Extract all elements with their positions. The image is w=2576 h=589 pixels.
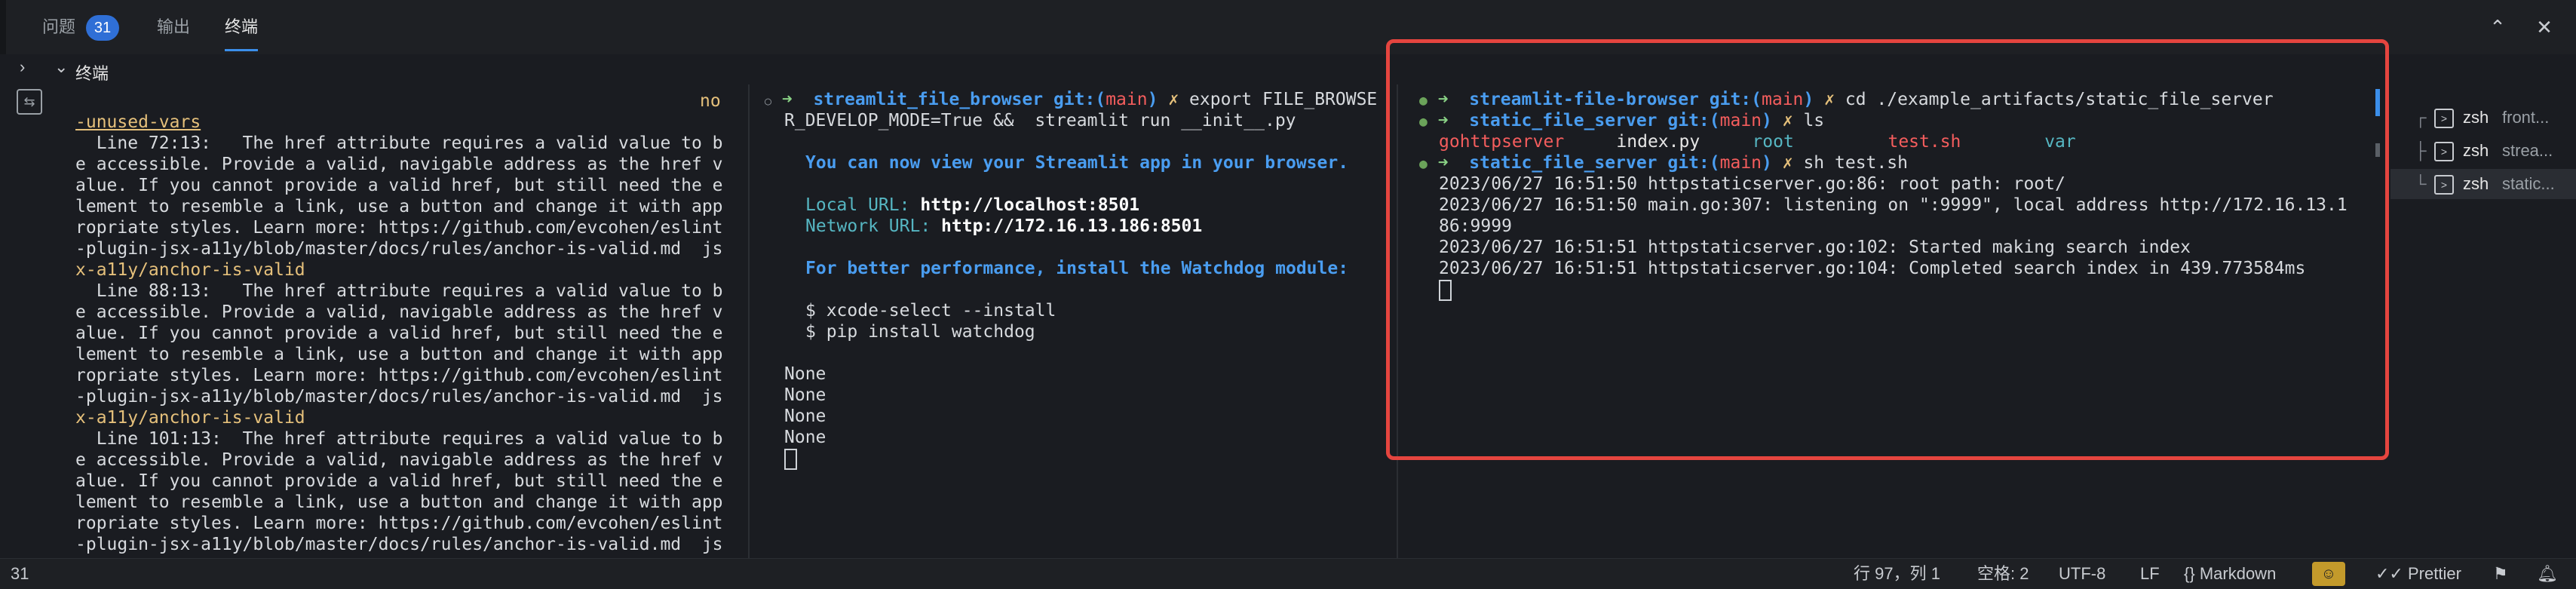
terminal-name: zsh (2463, 108, 2489, 127)
eslint-output-line: alue. If you cannot provide a valid href… (75, 176, 723, 195)
eslint-output-line: e accessible. Provide a valid, navigable… (75, 450, 723, 470)
prompt-line: ○ ➜ streamlit_file_browser git:(main) ✗ … (765, 89, 1377, 112)
eslint-output-line: -unused-vars (75, 112, 201, 132)
eslint-output-line: -plugin-jsx-a11y/blob/master/docs/rules/… (75, 239, 723, 259)
tab-output-label: 输出 (157, 17, 191, 36)
terminal-list: ┌ > zsh front... ├ > zsh strea... └ > zs… (2390, 84, 2576, 558)
chevron-down-icon[interactable]: ⌄ (54, 57, 68, 77)
terminal-item-static[interactable]: └ > zsh static... (2390, 169, 2576, 199)
terminal-subtitle: strea... (2502, 141, 2553, 160)
eslint-output-line: alue. If you cannot provide a valid href… (75, 471, 723, 491)
status-eol[interactable]: LF (2140, 559, 2160, 589)
terminal-name: zsh (2463, 174, 2489, 193)
prompt-circle-icon: ○ (765, 94, 772, 108)
local-url-line: Local URL: http://localhost:8501 (805, 195, 1139, 216)
highlight-annotation-box (1386, 39, 2389, 460)
problems-count-badge: 31 (86, 15, 120, 41)
terminal-item-front[interactable]: ┌ > zsh front... (2390, 103, 2576, 133)
network-url-line: Network URL: http://172.16.13.186:8501 (805, 216, 1202, 237)
network-url-label: Network URL: (805, 216, 931, 236)
eslint-output-line: x-a11y/anchor-is-valid (75, 408, 305, 428)
terminal-cursor (784, 448, 797, 470)
terminal-icon: > (2434, 109, 2454, 128)
command-text: export FILE_BROWSE (1189, 90, 1378, 109)
eslint-output-line: ropriate styles. Learn more: https://git… (75, 366, 723, 385)
terminal-name: zsh (2463, 141, 2489, 160)
eslint-output-line: e accessible. Provide a valid, navigable… (75, 302, 723, 322)
eslint-output-line: no (700, 91, 721, 111)
braces-icon: {} (2184, 564, 2195, 583)
double-check-icon: ✓✓ (2375, 564, 2403, 583)
status-bar: 31 行 97，列 1 空格: 2 UTF-8 LF {} Markdown ☺… (0, 558, 2576, 589)
tab-output[interactable]: 输出 (157, 0, 190, 54)
prompt-dirty-mark: ✗ (1168, 90, 1179, 109)
section-title: 终端 (75, 64, 109, 83)
chevron-right-icon[interactable]: › (20, 57, 25, 77)
tab-terminal[interactable]: 终端 (225, 0, 259, 54)
bell-icon[interactable]: 🔔︎ (2537, 559, 2558, 589)
tabbar-edge (0, 0, 6, 54)
eslint-output-line: ropriate styles. Learn more: https://git… (75, 218, 723, 238)
eslint-output-line: lement to resemble a link, use a button … (75, 197, 723, 216)
none-line: None (784, 385, 826, 405)
close-icon[interactable]: ✕ (2531, 14, 2558, 41)
local-url-label: Local URL: (805, 195, 910, 215)
tree-connector: ├ (2415, 141, 2427, 160)
eslint-output-line: -plugin-jsx-a11y/blob/master/docs/rules/… (75, 387, 723, 406)
left-strip: ⇆ (0, 84, 59, 558)
terminal-subtitle: front... (2502, 108, 2550, 127)
pane-divider[interactable] (748, 84, 750, 558)
feedback-icon[interactable]: ⚑ (2493, 559, 2508, 589)
terminal-item-streamlit[interactable]: ├ > zsh strea... (2390, 136, 2576, 166)
eslint-output-line: x-a11y/anchor-is-valid (75, 260, 305, 280)
pip-command: $ pip install watchdog (805, 322, 1035, 342)
eslint-output-line: lement to resemble a link, use a button … (75, 345, 723, 364)
view-message: You can now view your Streamlit app in y… (805, 153, 1349, 173)
prompt-dir: streamlit_file_browser (813, 90, 1044, 109)
eslint-output-line: Line 101:13: The href attribute requires… (75, 429, 723, 449)
none-line: None (784, 364, 826, 384)
cursor-line (784, 448, 797, 470)
eslint-output-line: Line 88:13: The href attribute requires … (75, 281, 723, 301)
status-cursor-position[interactable]: 行 97，列 1 (1854, 559, 1940, 589)
xcode-command: $ xcode-select --install (805, 301, 1056, 321)
terminal-pane-eslint[interactable]: no -unused-vars Line 72:13: The href attr… (59, 84, 747, 558)
local-url-link[interactable]: http://localhost:8501 (920, 195, 1139, 215)
chevron-up-icon[interactable]: ⌃ (2484, 14, 2511, 41)
status-indentation[interactable]: 空格: 2 (1977, 559, 2029, 589)
terminal-pane-streamlit[interactable]: ○ ➜ streamlit_file_browser git:(main) ✗ … (754, 84, 1391, 558)
status-problem-count[interactable]: 31 (11, 559, 29, 589)
perf-message: For better performance, install the Watc… (805, 259, 1349, 278)
eslint-output-line: lement to resemble a link, use a button … (75, 492, 723, 512)
status-language[interactable]: {} Markdown (2184, 559, 2276, 589)
arrow-icon: ➜ (781, 90, 793, 109)
network-url-link[interactable]: http://172.16.13.186:8501 (941, 216, 1202, 236)
tree-connector: └ (2415, 174, 2427, 193)
status-prettier-label: Prettier (2408, 564, 2461, 583)
eslint-output-line: alue. If you cannot provide a valid href… (75, 324, 723, 343)
eslint-output-line: -plugin-jsx-a11y/blob/master/docs/rules/… (75, 535, 723, 554)
prompt-git: git:( (1053, 90, 1106, 109)
eslint-output-line: Line 72:13: The href attribute requires … (75, 133, 723, 153)
command-cont: R_DEVELOP_MODE=True && streamlit run __i… (784, 111, 1296, 130)
terminal-icon: > (2434, 175, 2454, 195)
none-line: None (784, 406, 826, 426)
status-encoding[interactable]: UTF-8 (2059, 559, 2105, 589)
eslint-output-line: e accessible. Provide a valid, navigable… (75, 155, 723, 174)
prompt-branch: main (1106, 90, 1148, 109)
tab-terminal-label: 终端 (225, 17, 259, 36)
none-line: None (784, 428, 826, 447)
terminal-icon: > (2434, 142, 2454, 161)
tab-problems[interactable]: 问题 31 (42, 0, 120, 54)
copilot-icon[interactable]: ☺ (2312, 562, 2345, 586)
tree-connector: ┌ (2415, 108, 2427, 127)
status-language-label: Markdown (2199, 564, 2277, 583)
eslint-output-line: ropriate styles. Learn more: https://git… (75, 514, 723, 533)
terminal-action-icon[interactable]: ⇆ (17, 89, 42, 115)
status-prettier[interactable]: ✓✓ Prettier (2375, 559, 2461, 589)
prompt-git-close: ) (1147, 90, 1158, 109)
terminal-subtitle: static... (2502, 174, 2555, 193)
tab-problems-label: 问题 (42, 17, 76, 36)
